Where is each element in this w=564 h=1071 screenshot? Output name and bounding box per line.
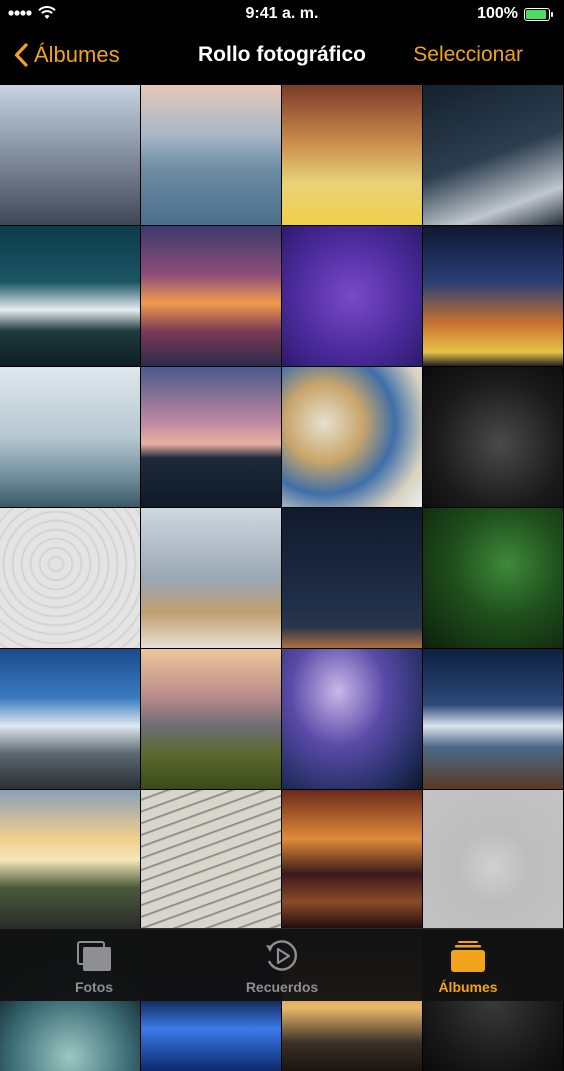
tab-bar: Fotos Recuerdos Álbumes [0, 928, 564, 1001]
twilight-lake-photo[interactable] [141, 367, 281, 507]
nav-bar: Álbumes Rollo fotográfico Seleccionar [0, 30, 564, 85]
chevron-left-icon [14, 43, 28, 67]
back-label: Álbumes [34, 42, 120, 67]
fractal-circles-photo[interactable] [282, 367, 422, 507]
sunset-highway-photo[interactable] [0, 790, 140, 930]
memories-play-icon [266, 940, 298, 971]
back-button[interactable]: Álbumes [14, 42, 120, 68]
battery-percent: 100% [477, 5, 518, 22]
snowy-peak-clouds-photo[interactable] [0, 649, 140, 789]
paisley-pattern-photo[interactable] [0, 508, 140, 648]
tab-memories-label: Recuerdos [245, 979, 319, 995]
window-blinds-glass-photo[interactable] [141, 508, 281, 648]
retro-pixel-building-photo[interactable] [282, 85, 422, 225]
car-mirror-sunset-photo[interactable] [282, 790, 422, 930]
starry-mountains-photo[interactable] [0, 226, 140, 366]
tab-albums[interactable]: Álbumes [388, 929, 548, 1001]
battery-fill [526, 9, 546, 19]
status-bar: 9:41 a. m. 100% [0, 0, 564, 30]
albums-icon [451, 941, 485, 972]
misty-mountains-photo[interactable] [0, 367, 140, 507]
lake-rocks-photo[interactable] [141, 85, 281, 225]
tab-photos[interactable]: Fotos [14, 929, 174, 1001]
sunset-deer-illustration-photo[interactable] [141, 226, 281, 366]
status-right: 100% [477, 5, 553, 23]
tab-memories[interactable]: Recuerdos [202, 929, 362, 1001]
night-road-photo[interactable] [423, 85, 563, 225]
select-button[interactable]: Seleccionar [413, 43, 523, 67]
autumn-hills-photo[interactable] [141, 649, 281, 789]
battery-icon [524, 7, 553, 21]
times-square-photo[interactable] [423, 226, 563, 366]
photo-grid [0, 85, 564, 1071]
dark-stage-photo[interactable] [282, 508, 422, 648]
planet-swirl-photo[interactable] [282, 649, 422, 789]
wave-pattern-photo[interactable] [141, 790, 281, 930]
geometric-deer-photo[interactable] [423, 367, 563, 507]
tab-albums-label: Álbumes [438, 979, 498, 995]
photos-stack-icon [77, 941, 111, 971]
green-leaf-photo[interactable] [423, 508, 563, 648]
tab-photos-label: Fotos [74, 979, 114, 995]
wireframe-sphere-photo[interactable] [423, 790, 563, 930]
purple-triangle-logo-photo[interactable] [282, 226, 422, 366]
mountain-pier-night-photo[interactable] [423, 649, 563, 789]
city-street-blur-photo[interactable] [0, 85, 140, 225]
